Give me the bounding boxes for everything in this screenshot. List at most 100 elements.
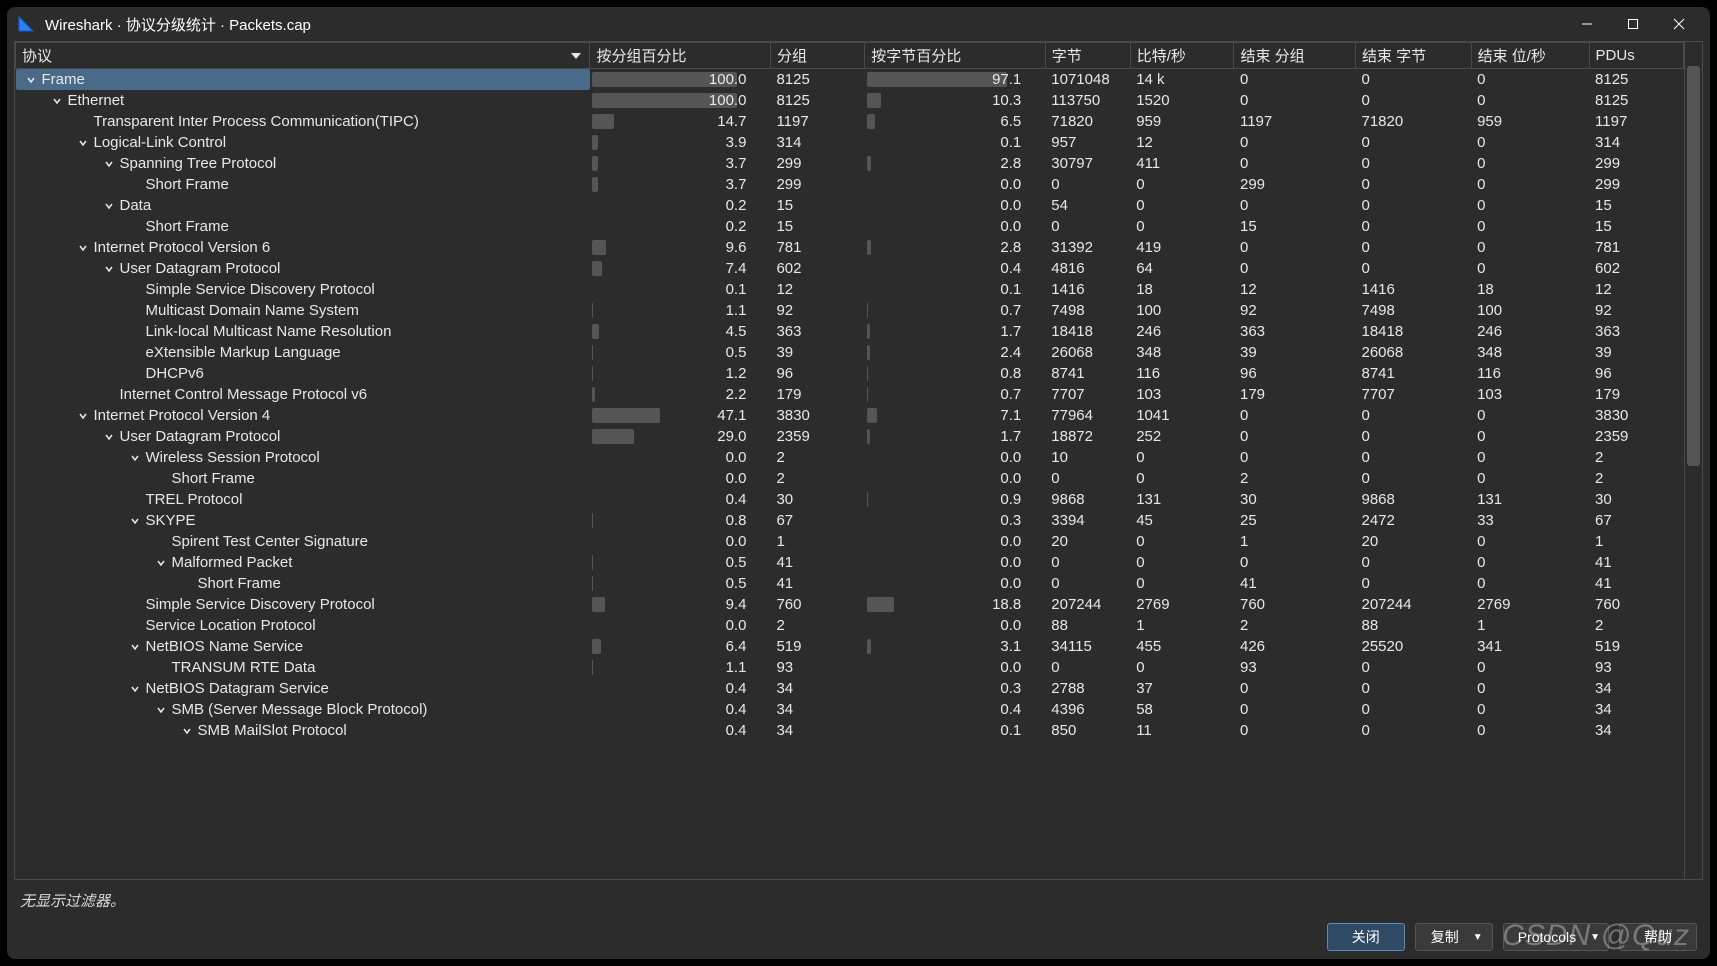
table-row[interactable]: TRANSUM RTE Data1.1930.000930093	[16, 657, 1684, 678]
table-row[interactable]: Ethernet100.0812510.311375015200008125	[16, 90, 1684, 111]
table-row[interactable]: eXtensible Markup Language0.5392.4260683…	[16, 342, 1684, 363]
end-bytes: 0	[1355, 426, 1471, 447]
table-row[interactable]: TREL Protocol0.4300.9986813130986813130	[16, 489, 1684, 510]
packets: 1	[770, 531, 864, 552]
expand-icon[interactable]	[128, 514, 142, 528]
percent-packets: 47.1	[596, 407, 764, 424]
protocol-tree-grid[interactable]: 协议按分组百分比分组按字节百分比字节比特/秒结束 分组结束 字节结束 位/秒PD…	[14, 41, 1703, 880]
column-header[interactable]: 协议	[16, 43, 590, 69]
table-row[interactable]: Short Frame0.020.0002002	[16, 468, 1684, 489]
percent-packets: 0.4	[596, 680, 764, 697]
bits-per-sec: 0	[1130, 573, 1234, 594]
column-header[interactable]: 分组	[770, 43, 864, 69]
table-row[interactable]: Short Frame0.5410.000410041	[16, 573, 1684, 594]
maximize-button[interactable]	[1610, 9, 1656, 39]
table-row[interactable]: User Datagram Protocol7.46020.4481664000…	[16, 258, 1684, 279]
help-button[interactable]: 帮助	[1619, 923, 1697, 951]
column-header[interactable]: 字节	[1045, 43, 1130, 69]
bits-per-sec: 0	[1130, 195, 1234, 216]
packets: 41	[770, 573, 864, 594]
table-row[interactable]: Link-local Multicast Name Resolution4.53…	[16, 321, 1684, 342]
pdus: 1197	[1589, 111, 1683, 132]
table-row[interactable]: Service Location Protocol0.020.088128812	[16, 615, 1684, 636]
packets: 34	[770, 720, 864, 741]
bytes: 850	[1045, 720, 1130, 741]
table-row[interactable]: Data0.2150.054000015	[16, 195, 1684, 216]
expand-icon[interactable]	[76, 136, 90, 150]
column-header[interactable]: 按分组百分比	[590, 43, 770, 69]
bits-per-sec: 2769	[1130, 594, 1234, 615]
end-bits-per-sec: 103	[1471, 384, 1589, 405]
table-row[interactable]: Short Frame0.2150.000150015	[16, 216, 1684, 237]
column-header[interactable]: 结束 分组	[1234, 43, 1356, 69]
protocols-button[interactable]: Protocols▼	[1503, 923, 1609, 951]
pdus: 39	[1589, 342, 1683, 363]
filter-status: 无显示过滤器。	[14, 880, 1703, 917]
vertical-scrollbar[interactable]	[1684, 42, 1702, 879]
protocol-name: Malformed Packet	[170, 554, 293, 571]
column-header[interactable]: 结束 位/秒	[1471, 43, 1589, 69]
pdus: 34	[1589, 720, 1683, 741]
expand-icon[interactable]	[50, 94, 64, 108]
expand-icon[interactable]	[128, 451, 142, 465]
copy-button[interactable]: 复制▼	[1415, 923, 1493, 951]
packets: 8125	[770, 69, 864, 91]
end-bytes: 7707	[1355, 384, 1471, 405]
percent-packets: 3.9	[596, 134, 764, 151]
table-row[interactable]: Internet Control Message Protocol v62.21…	[16, 384, 1684, 405]
table-row[interactable]: NetBIOS Name Service6.45193.134115455426…	[16, 636, 1684, 657]
table-row[interactable]: User Datagram Protocol29.023591.71887225…	[16, 426, 1684, 447]
expand-icon[interactable]	[102, 157, 116, 171]
table-row[interactable]: Frame100.0812597.1107104814 k0008125	[16, 69, 1684, 91]
bits-per-sec: 959	[1130, 111, 1234, 132]
titlebar[interactable]: Wireshark · 协议分级统计 · Packets.cap	[7, 7, 1710, 41]
percent-bytes: 0.0	[865, 197, 1039, 214]
column-header[interactable]: 结束 字节	[1355, 43, 1471, 69]
end-bytes: 88	[1355, 615, 1471, 636]
expand-icon[interactable]	[102, 262, 116, 276]
table-row[interactable]: Spanning Tree Protocol3.72992.8307974110…	[16, 153, 1684, 174]
bytes: 113750	[1045, 90, 1130, 111]
pdus: 2	[1589, 615, 1683, 636]
table-row[interactable]: DHCPv61.2960.8874111696874111696	[16, 363, 1684, 384]
table-row[interactable]: Internet Protocol Version 69.67812.83139…	[16, 237, 1684, 258]
expand-icon[interactable]	[76, 241, 90, 255]
column-header[interactable]: PDUs	[1589, 43, 1683, 69]
packets: 314	[770, 132, 864, 153]
column-header[interactable]: 按字节百分比	[865, 43, 1045, 69]
table-row[interactable]: Spirent Test Center Signature0.010.02001…	[16, 531, 1684, 552]
end-packets: 96	[1234, 363, 1356, 384]
percent-packets: 3.7	[596, 155, 764, 172]
table-row[interactable]: Malformed Packet0.5410.00000041	[16, 552, 1684, 573]
table-row[interactable]: Internet Protocol Version 447.138307.177…	[16, 405, 1684, 426]
table-row[interactable]: SMB MailSlot Protocol0.4340.18501100034	[16, 720, 1684, 741]
column-header[interactable]: 比特/秒	[1130, 43, 1234, 69]
expand-icon[interactable]	[102, 430, 116, 444]
table-row[interactable]: Simple Service Discovery Protocol9.47601…	[16, 594, 1684, 615]
expand-icon[interactable]	[128, 640, 142, 654]
end-bits-per-sec: 2769	[1471, 594, 1589, 615]
expand-icon[interactable]	[154, 556, 168, 570]
bytes: 1416	[1045, 279, 1130, 300]
expand-icon[interactable]	[154, 703, 168, 717]
table-row[interactable]: SMB (Server Message Block Protocol)0.434…	[16, 699, 1684, 720]
bits-per-sec: 0	[1130, 552, 1234, 573]
minimize-button[interactable]	[1564, 9, 1610, 39]
table-row[interactable]: Logical-Link Control3.93140.195712000314	[16, 132, 1684, 153]
expand-icon[interactable]	[180, 724, 194, 738]
percent-packets: 3.7	[596, 176, 764, 193]
table-row[interactable]: Simple Service Discovery Protocol0.1120.…	[16, 279, 1684, 300]
table-row[interactable]: Short Frame3.72990.00029900299	[16, 174, 1684, 195]
table-row[interactable]: Multicast Domain Name System1.1920.77498…	[16, 300, 1684, 321]
table-row[interactable]: SKYPE0.8670.33394452524723367	[16, 510, 1684, 531]
close-button[interactable]	[1656, 9, 1702, 39]
close-dialog-button[interactable]: 关闭	[1327, 923, 1405, 951]
expand-icon[interactable]	[24, 73, 38, 87]
end-bits-per-sec: 0	[1471, 699, 1589, 720]
table-row[interactable]: Transparent Inter Process Communication(…	[16, 111, 1684, 132]
expand-icon[interactable]	[128, 682, 142, 696]
table-row[interactable]: NetBIOS Datagram Service0.4340.327883700…	[16, 678, 1684, 699]
expand-icon[interactable]	[102, 199, 116, 213]
expand-icon[interactable]	[76, 409, 90, 423]
table-row[interactable]: Wireless Session Protocol0.020.01000002	[16, 447, 1684, 468]
